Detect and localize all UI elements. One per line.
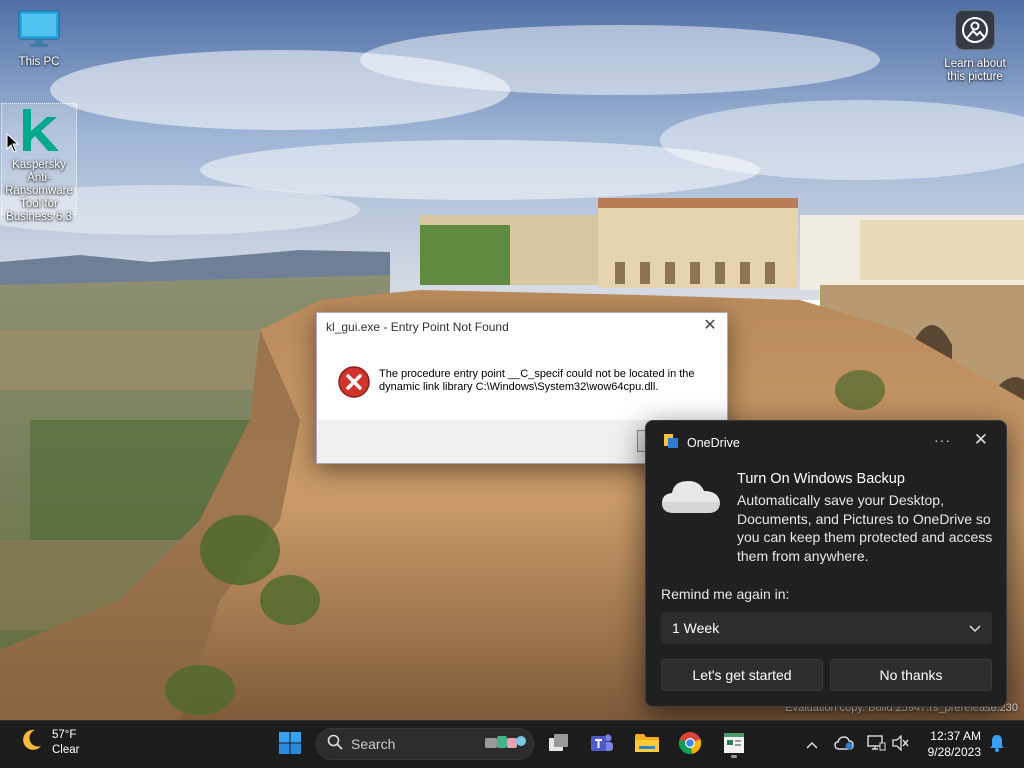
- clock-date: 9/28/2023: [927, 745, 981, 759]
- toast-app-name: OneDrive: [687, 435, 740, 450]
- start-button[interactable]: [274, 729, 306, 761]
- system-clock[interactable]: 12:37 AM 9/28/2023: [921, 728, 981, 760]
- bell-icon: [989, 734, 1005, 757]
- toast-header: OneDrive: [663, 433, 740, 452]
- desktop-icon-label: This PC: [18, 56, 60, 68]
- task-view-icon: [548, 733, 570, 758]
- desktop-icon-kaspersky[interactable]: Kaspersky Anti-Ransomware Tool for Busin…: [1, 103, 77, 223]
- teams-icon: [590, 732, 614, 759]
- chevron-up-icon: [806, 736, 818, 754]
- teams-button[interactable]: [586, 729, 618, 761]
- cloud-icon: [660, 475, 722, 520]
- folder-icon: [634, 732, 660, 759]
- weather-temperature: 57°F: [52, 728, 77, 741]
- show-hidden-icons-button[interactable]: [796, 729, 828, 761]
- taskbar-search[interactable]: Search: [316, 728, 534, 760]
- remind-label: Remind me again in:: [661, 586, 790, 602]
- notifications-button[interactable]: [981, 729, 1013, 761]
- speaker-muted-icon: [892, 733, 910, 756]
- onedrive-notification: OneDrive ··· ✕ Turn On Windows Backup Au…: [645, 420, 1007, 707]
- close-icon[interactable]: ✕: [974, 430, 988, 450]
- desktop-icon-label: Kaspersky Anti-Ransomware Tool for Busin…: [5, 159, 73, 223]
- remind-selected-value: 1 Week: [672, 620, 720, 636]
- search-label: Search: [351, 736, 396, 752]
- task-view-button[interactable]: [543, 729, 575, 761]
- clock-time: 12:37 AM: [930, 729, 981, 743]
- network-icon: [866, 734, 886, 757]
- chrome-icon: [678, 731, 702, 760]
- chrome-button[interactable]: [674, 729, 706, 761]
- close-button[interactable]: ✕: [701, 317, 719, 335]
- get-started-button[interactable]: Let's get started: [661, 659, 823, 691]
- monitor-icon: [18, 10, 60, 51]
- app-window-button[interactable]: [718, 729, 750, 761]
- moon-icon: [18, 727, 44, 758]
- toast-heading: Turn On Windows Backup: [737, 471, 905, 487]
- dialog-title: kl_gui.exe - Entry Point Not Found: [326, 320, 509, 334]
- desktop-icon-learn-about-picture[interactable]: Learn about this picture: [937, 10, 1013, 84]
- volume-button[interactable]: [885, 729, 917, 761]
- running-indicator: [731, 755, 737, 758]
- weather-condition: Clear: [52, 743, 80, 756]
- taskbar: 57°F Clear Search 12:37 AM 9/28/2023: [0, 720, 1024, 768]
- windows-logo-icon: [278, 731, 302, 760]
- error-icon: [337, 365, 371, 404]
- mouse-cursor-icon: [6, 132, 20, 158]
- error-message: The procedure entry point __C_specif cou…: [379, 368, 695, 393]
- no-thanks-button[interactable]: No thanks: [830, 659, 992, 691]
- desktop-icon-this-pc[interactable]: This PC: [1, 10, 77, 69]
- file-explorer-button[interactable]: [631, 729, 663, 761]
- weather-widget[interactable]: 57°F Clear: [18, 727, 79, 758]
- tray-onedrive-button[interactable]: [828, 729, 860, 761]
- search-highlight-icon: [483, 732, 527, 757]
- more-options-button[interactable]: ···: [934, 432, 951, 448]
- cloud-icon: [834, 735, 854, 755]
- search-icon: [327, 734, 343, 755]
- camera-info-icon: [955, 10, 995, 50]
- toast-body: Automatically save your Desktop, Documen…: [737, 492, 993, 564]
- desktop-icon-label: Learn about this picture: [944, 58, 1006, 83]
- chevron-down-icon: [969, 620, 981, 636]
- remind-dropdown[interactable]: 1 Week: [661, 612, 992, 644]
- onedrive-icon: [663, 433, 679, 452]
